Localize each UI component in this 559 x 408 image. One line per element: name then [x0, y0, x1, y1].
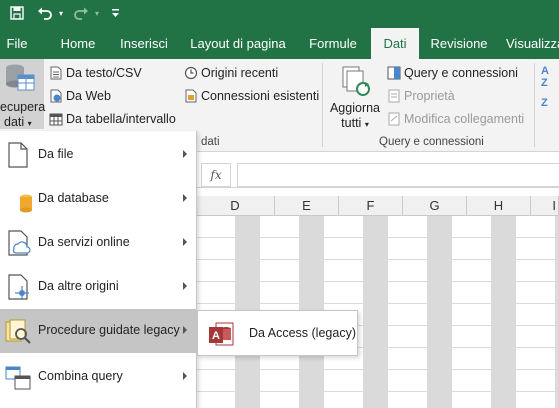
group-label-queries-connections: Query e connessioni	[379, 136, 484, 148]
web-icon	[49, 89, 63, 103]
sort-a-label: A	[541, 65, 549, 77]
clock-icon	[184, 66, 198, 80]
column-header-i[interactable]: I	[531, 196, 559, 216]
tab-home[interactable]: Home	[54, 28, 102, 59]
from-text-csv-label: Da testo/CSV	[66, 66, 142, 80]
edit-links-label: Modifica collegamenti	[404, 112, 525, 126]
column-header-g[interactable]: G	[403, 196, 467, 216]
legacy-wizards-submenu: A Da Access (legacy)	[197, 310, 358, 356]
existing-connections-label: Connessioni esistenti	[201, 89, 320, 103]
chevron-down-icon: ▾	[27, 119, 32, 128]
recent-sources-label: Origini recenti	[201, 66, 279, 80]
table-icon	[49, 112, 63, 126]
menu-item-from-other-sources[interactable]: Da altre origini	[0, 265, 196, 309]
database-icon	[20, 194, 32, 213]
undo-icon[interactable]	[34, 2, 56, 24]
ribbon-tabs: File Home Inserisci Layout di pagina For…	[0, 28, 559, 59]
submenu-item-label: Da Access (legacy)	[249, 326, 356, 340]
tab-view[interactable]: Visualizza	[506, 28, 559, 59]
get-data-button[interactable]: ecupera dati ▾	[0, 59, 46, 129]
tab-data[interactable]: Dati	[371, 28, 419, 59]
sort-buttons[interactable]: A Z Z	[541, 65, 559, 125]
properties-label: Proprietà	[404, 89, 455, 103]
menu-item-label: Procedure guidate legacy	[38, 323, 180, 337]
refresh-all-button[interactable]: Aggiorna tutti ▾	[329, 61, 381, 131]
menu-item-label: Da altre origini	[38, 279, 119, 293]
title-bar: ▾ ▾	[0, 0, 559, 28]
menu-item-legacy-wizards[interactable]: Procedure guidate legacy	[0, 309, 196, 353]
chevron-right-icon	[183, 238, 187, 246]
recent-sources-button[interactable]: Origini recenti	[184, 63, 278, 83]
connections-icon	[184, 89, 198, 103]
tab-file[interactable]: File	[0, 28, 34, 59]
menu-item-combine-queries[interactable]: Combina query	[0, 355, 196, 399]
chevron-right-icon	[183, 282, 187, 290]
get-data-label-2: dati	[4, 115, 25, 129]
legacy-wizard-icon	[5, 319, 31, 344]
combine-queries-icon	[5, 366, 31, 390]
get-data-label-1: ecupera	[0, 100, 46, 114]
database-table-icon	[6, 64, 35, 91]
text-file-icon	[49, 66, 63, 80]
queries-connections-button[interactable]: Query e connessioni	[387, 63, 518, 83]
menu-item-from-file[interactable]: Da file	[0, 133, 196, 177]
column-header-h[interactable]: H	[467, 196, 531, 216]
access-icon: A	[209, 322, 234, 346]
refresh-icon	[342, 66, 370, 96]
customize-qat-icon[interactable]	[108, 2, 122, 24]
queries-pane-icon	[387, 66, 401, 80]
from-text-csv-button[interactable]: Da testo/CSV	[49, 63, 142, 83]
from-table-range-button[interactable]: Da tabella/intervallo	[49, 109, 176, 129]
from-web-label: Da Web	[66, 89, 111, 103]
tab-page-layout[interactable]: Layout di pagina	[186, 28, 290, 59]
refresh-all-label-2: tutti	[341, 116, 362, 130]
group-label-get-transform: dati	[201, 136, 220, 148]
queries-connections-label: Query e connessioni	[404, 66, 518, 80]
from-table-range-label: Da tabella/intervallo	[66, 112, 176, 126]
svg-text:A: A	[212, 330, 220, 342]
properties-icon	[387, 89, 401, 103]
formula-bar: fx	[196, 161, 559, 188]
save-icon[interactable]	[6, 2, 28, 24]
from-web-button[interactable]: Da Web	[49, 86, 111, 106]
chevron-right-icon	[183, 150, 187, 158]
file-icon	[8, 142, 28, 168]
group-separator	[322, 63, 323, 147]
menu-item-label: Da database	[38, 191, 109, 205]
menu-item-label: Da servizi online	[38, 235, 130, 249]
formula-input[interactable]	[237, 163, 559, 187]
redo-dropdown-icon[interactable]: ▾	[92, 2, 102, 24]
chevron-right-icon	[183, 372, 187, 380]
existing-connections-button[interactable]: Connessioni esistenti	[184, 86, 319, 106]
menu-item-label: Combina query	[38, 369, 123, 383]
edit-links-icon	[387, 112, 401, 126]
group-separator	[534, 63, 535, 147]
redo-icon[interactable]	[70, 2, 92, 24]
column-header-e[interactable]: E	[275, 196, 339, 216]
chevron-down-icon: ▾	[364, 120, 369, 129]
edit-links-button[interactable]: Modifica collegamenti	[387, 109, 524, 129]
menu-item-from-database[interactable]: Da database	[0, 177, 196, 221]
tab-review[interactable]: Revisione	[427, 28, 491, 59]
sort-z2-label: Z	[541, 97, 548, 109]
cloud-icon	[8, 230, 31, 256]
undo-dropdown-icon[interactable]: ▾	[56, 2, 66, 24]
menu-item-label: Da file	[38, 147, 74, 161]
get-data-menu: Da file Da database Da servizi online Da…	[0, 131, 197, 408]
chevron-right-icon	[183, 326, 187, 334]
column-header-d[interactable]: D	[196, 196, 275, 216]
refresh-all-label-1: Aggiorna	[329, 101, 381, 115]
other-sources-icon	[8, 274, 29, 300]
chevron-right-icon	[183, 194, 187, 202]
column-header-f[interactable]: F	[339, 196, 403, 216]
submenu-item-from-access[interactable]: A Da Access (legacy)	[198, 311, 357, 355]
tab-formulas[interactable]: Formule	[303, 28, 363, 59]
insert-function-button[interactable]: fx	[201, 163, 231, 187]
menu-item-from-online-services[interactable]: Da servizi online	[0, 221, 196, 265]
properties-button[interactable]: Proprietà	[387, 86, 455, 106]
tab-insert[interactable]: Inserisci	[115, 28, 173, 59]
sort-z-label: Z	[541, 77, 548, 89]
